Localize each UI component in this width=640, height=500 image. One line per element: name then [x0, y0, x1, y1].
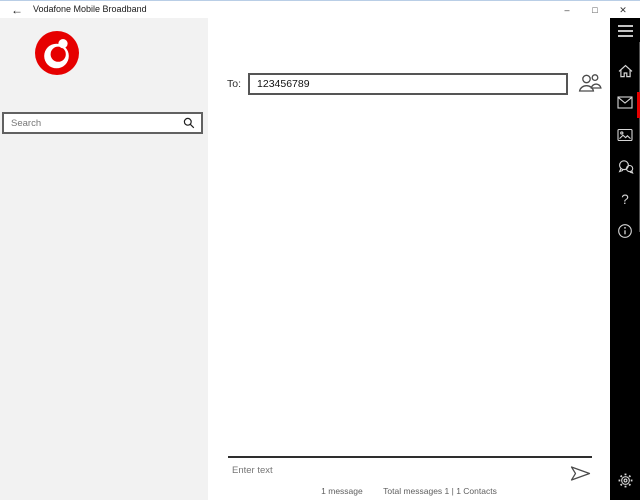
nav-rail: ?: [610, 18, 640, 500]
send-icon: [569, 466, 592, 485]
picture-icon: [617, 128, 633, 145]
status-bar: 1 message Total messages 1 | 1 Contacts: [208, 486, 610, 496]
titlebar: ← Vodafone Mobile Broadband – □ ✕: [0, 1, 640, 18]
close-button[interactable]: ✕: [609, 1, 637, 18]
message-input[interactable]: [228, 458, 558, 476]
recipient-input[interactable]: [248, 73, 568, 95]
search-icon[interactable]: [183, 117, 195, 129]
question-mark-icon: ?: [621, 192, 629, 207]
vodafone-logo: [35, 31, 79, 75]
compose-area: [228, 456, 592, 486]
nav-item-media[interactable]: [610, 126, 640, 146]
totals-count: Total messages 1 | 1 Contacts: [383, 486, 497, 496]
recipient-row: To:: [227, 73, 604, 95]
home-icon: [617, 63, 634, 82]
envelope-icon: [617, 96, 633, 112]
gear-icon: [618, 473, 633, 491]
back-arrow-icon: ←: [11, 2, 23, 17]
message-count: 1 message: [321, 486, 363, 496]
maximize-icon: □: [592, 4, 598, 15]
search-input[interactable]: [4, 117, 183, 129]
search-box: [2, 112, 203, 134]
message-pane: To: 123456789 Enter text 1 message Total…: [208, 18, 610, 500]
chat-bubbles-icon: [617, 159, 634, 178]
send-button[interactable]: [569, 465, 592, 485]
minimize-button[interactable]: –: [553, 1, 581, 18]
menu-button[interactable]: [610, 23, 640, 39]
app-window: ← Vodafone Mobile Broadband – □ ✕ Search…: [0, 0, 640, 500]
nav-item-help[interactable]: ?: [610, 190, 640, 210]
nav-item-messages[interactable]: [610, 94, 640, 114]
add-contacts-button[interactable]: [577, 72, 604, 96]
people-icon: [577, 72, 604, 96]
nav-item-home[interactable]: [610, 62, 640, 82]
maximize-button[interactable]: □: [581, 1, 609, 18]
to-label: To:: [227, 78, 242, 90]
vodafone-logo-icon: [35, 31, 79, 75]
nav-item-chat[interactable]: [610, 158, 640, 178]
conversation-sidebar: [0, 18, 208, 500]
close-icon: ✕: [619, 4, 627, 15]
window-title: Vodafone Mobile Broadband: [33, 4, 147, 14]
back-button[interactable]: ←: [8, 1, 26, 18]
info-icon: [617, 223, 633, 242]
caption-buttons: – □ ✕: [553, 1, 637, 18]
minimize-icon: –: [564, 4, 570, 15]
nav-item-info[interactable]: [610, 222, 640, 242]
nav-item-settings[interactable]: [610, 472, 640, 492]
